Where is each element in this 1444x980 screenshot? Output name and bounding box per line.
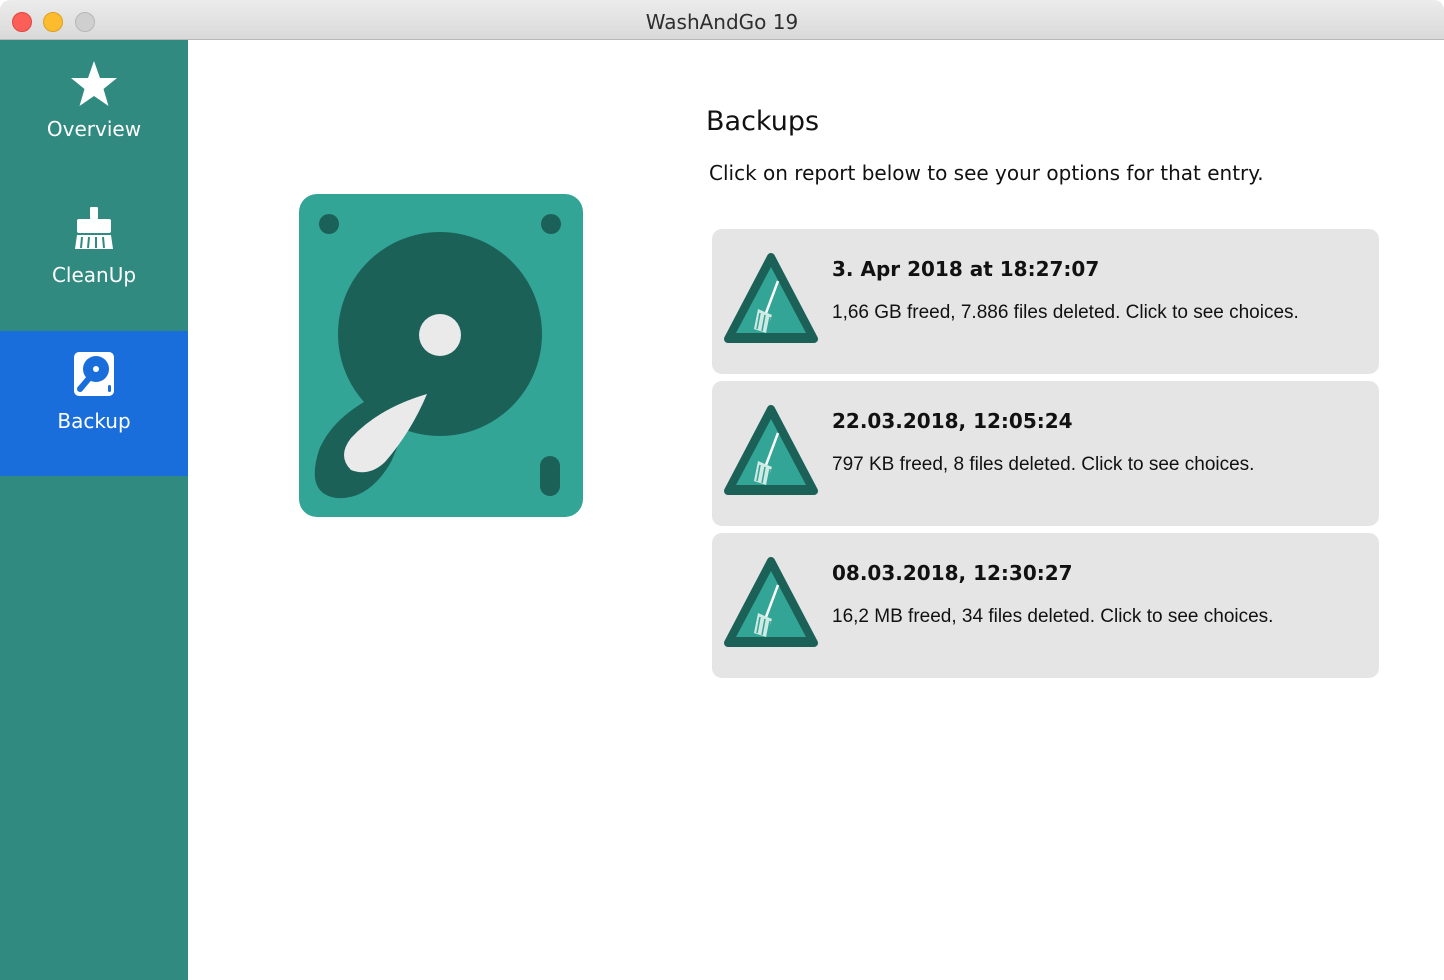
sidebar-item-label: CleanUp	[51, 263, 137, 287]
broom-warning-icon	[724, 405, 818, 495]
report-summary: 797 KB freed, 8 files deleted. Click to …	[832, 454, 1255, 475]
report-summary: 1,66 GB freed, 7.886 files deleted. Clic…	[832, 302, 1299, 323]
sidebar-item-cleanup[interactable]: CleanUp	[0, 185, 188, 330]
sidebar-item-overview[interactable]: Overview	[0, 40, 188, 185]
report-card[interactable]: 3. Apr 2018 at 18:27:07 1,66 GB freed, 7…	[712, 229, 1379, 374]
report-card[interactable]: 08.03.2018, 12:30:27 16,2 MB freed, 34 f…	[712, 533, 1379, 678]
sidebar-item-backup[interactable]: Backup	[0, 331, 188, 476]
sidebar-item-label: Backup	[57, 409, 131, 433]
report-date: 08.03.2018, 12:30:27	[832, 561, 1073, 585]
report-card[interactable]: 22.03.2018, 12:05:24 797 KB freed, 8 fil…	[712, 381, 1379, 526]
broom-warning-icon	[724, 557, 818, 647]
report-date: 22.03.2018, 12:05:24	[832, 409, 1073, 433]
report-summary: 16,2 MB freed, 34 files deleted. Click t…	[832, 606, 1274, 627]
page-subtitle: Click on report below to see your option…	[709, 161, 1264, 185]
sidebar-item-label: Overview	[46, 117, 142, 141]
sidebar: Overview CleanUp Backup	[0, 40, 188, 980]
star-icon	[71, 61, 117, 106]
hard-drive-icon	[299, 194, 583, 517]
window-title: WashAndGo 19	[645, 10, 799, 34]
title-bar: WashAndGo 19	[0, 0, 1444, 40]
broom-icon	[75, 207, 113, 249]
hard-drive-icon	[74, 352, 114, 396]
broom-warning-icon	[724, 253, 818, 343]
page-title: Backups	[706, 106, 820, 137]
report-date: 3. Apr 2018 at 18:27:07	[832, 257, 1100, 281]
